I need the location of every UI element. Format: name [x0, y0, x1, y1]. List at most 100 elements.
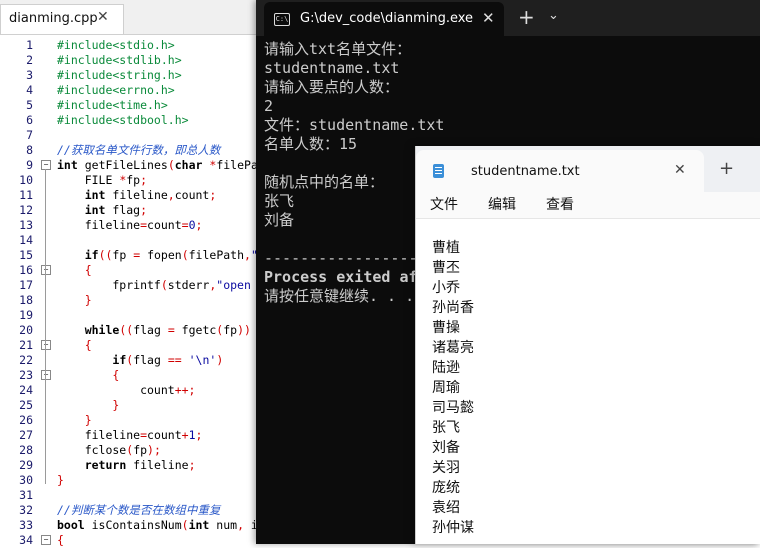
code-line[interactable]: 6 #include<stdbool.h> — [0, 113, 260, 128]
code-line[interactable]: 33 bool isContainsNum(int num, i — [0, 518, 260, 533]
code-text: bool isContainsNum(int num, i — [57, 518, 258, 532]
code-line[interactable]: 22 if(flag == '\n') — [0, 353, 260, 368]
code-line[interactable]: 32 //判断某个数是否在数组中重复 — [0, 503, 260, 518]
code-text: fclose(fp); — [57, 443, 161, 457]
notepad-text-line: 孙尚香 — [432, 300, 474, 316]
code-line[interactable]: 7 — [0, 128, 260, 143]
fold-toggle-icon[interactable]: − — [41, 265, 51, 275]
code-line[interactable]: 11 int fileline,count; — [0, 188, 260, 203]
code-line[interactable]: 17 fprintf(stderr,"open — [0, 278, 260, 293]
notepad-text-line: 诸葛亮 — [432, 340, 474, 356]
new-tab-plus-icon[interactable]: + — [518, 5, 535, 29]
code-text: FILE *fp; — [57, 173, 148, 187]
line-number: 11 — [19, 188, 33, 202]
code-text: fprintf(stderr,"open — [57, 278, 251, 292]
notepad-tab-title: studentname.txt — [471, 164, 580, 179]
line-number: 17 — [19, 278, 33, 292]
notepad-text-line: 曹植 — [432, 240, 460, 256]
line-number: 24 — [19, 383, 33, 397]
code-text: #include<time.h> — [57, 98, 168, 112]
notepad-text-line: 小乔 — [432, 280, 460, 296]
code-text: { — [84, 338, 92, 352]
terminal-line: 刘备 — [264, 211, 295, 229]
menu-edit[interactable]: 编辑 — [488, 194, 516, 214]
terminal-line: 请输入要点的人数： — [264, 78, 400, 96]
menu-view[interactable]: 查看 — [546, 194, 574, 214]
line-number: 22 — [19, 353, 33, 367]
code-text: #include<stdbool.h> — [57, 113, 189, 127]
close-icon[interactable]: ✕ — [482, 9, 495, 27]
code-line[interactable]: 15 if((fp = fopen(filePath," — [0, 248, 260, 263]
code-text: if((fp = fopen(filePath," — [84, 248, 258, 262]
terminal-tab[interactable]: C:\ G:\dev_code\dianming.exe ✕ — [264, 2, 504, 36]
notepad-tab[interactable]: studentname.txt ✕ — [416, 150, 704, 192]
fold-toggle-icon[interactable]: − — [41, 160, 51, 170]
notepad-text-line: 陆逊 — [432, 360, 460, 376]
fold-toggle-icon[interactable]: − — [41, 340, 51, 350]
code-line[interactable]: 29 return fileline; — [0, 458, 260, 473]
line-number: 12 — [19, 203, 33, 217]
code-text: //获取名单文件行数，即总人数 — [57, 143, 221, 157]
code-text: int fileline,count; — [84, 188, 217, 202]
notepad-text-line: 袁绍 — [432, 500, 460, 516]
close-icon[interactable]: ✕ — [97, 9, 109, 25]
code-line[interactable]: 20 while((flag = fgetc(fp)) — [0, 323, 260, 338]
line-number: 19 — [19, 308, 33, 322]
code-text: { — [112, 368, 120, 382]
line-number: 31 — [19, 488, 33, 502]
code-line[interactable]: 13 fileline=count=0; — [0, 218, 260, 233]
line-number: 2 — [26, 53, 33, 67]
code-line[interactable]: 24 count++; — [0, 383, 260, 398]
code-line[interactable]: 9− int getFileLines(char *filePa — [0, 158, 260, 173]
menu-file[interactable]: 文件 — [430, 194, 458, 214]
notepad-text-line: 张飞 — [432, 420, 460, 436]
code-line[interactable]: 5 #include<time.h> — [0, 98, 260, 113]
code-line[interactable]: 19 — [0, 308, 260, 323]
code-line[interactable]: 14 — [0, 233, 260, 248]
chevron-down-icon[interactable]: ⌄ — [548, 8, 559, 23]
line-number: 6 — [26, 113, 33, 127]
code-line[interactable]: 31 — [0, 488, 260, 503]
code-text: fileline=count+1; — [57, 428, 203, 442]
code-line[interactable]: 18 } — [0, 293, 260, 308]
line-number: 33 — [19, 518, 33, 532]
code-text: int getFileLines(char *filePa — [57, 158, 258, 172]
code-line[interactable]: 30} — [0, 473, 260, 488]
code-line[interactable]: 21− { — [0, 338, 260, 353]
code-text: #include<stdio.h> — [57, 38, 175, 52]
code-line[interactable]: 1 #include<stdio.h> — [0, 38, 260, 53]
code-line[interactable]: 8 //获取名单文件行数，即总人数 — [0, 143, 260, 158]
code-line[interactable]: 25 } — [0, 398, 260, 413]
line-number: 18 — [19, 293, 33, 307]
notepad-title-bar: studentname.txt ✕ + — [416, 146, 760, 192]
code-line[interactable]: 2 #include<stdlib.h> — [0, 53, 260, 68]
editor-tab-dianming-cpp[interactable]: dianming.cpp ✕ — [0, 4, 124, 34]
code-text: #include<errno.h> — [57, 83, 175, 97]
notepad-text-line: 孙仲谋 — [432, 520, 474, 536]
terminal-line: 请输入txt名单文件： — [264, 40, 412, 58]
code-line[interactable]: 28 fclose(fp); — [0, 443, 260, 458]
code-line[interactable]: 34−{ — [0, 533, 260, 548]
code-line[interactable]: 3 #include<string.h> — [0, 68, 260, 83]
code-line[interactable]: 23− { — [0, 368, 260, 383]
terminal-line: 随机点中的名单： — [264, 173, 385, 191]
code-line[interactable]: 27 fileline=count+1; — [0, 428, 260, 443]
line-number: 29 — [19, 458, 33, 472]
line-number: 8 — [26, 143, 33, 157]
code-text: } — [57, 473, 64, 487]
code-line[interactable]: 12 int flag; — [0, 203, 260, 218]
notepad-text-line: 曹丕 — [432, 260, 460, 276]
code-line[interactable]: 4 #include<errno.h> — [0, 83, 260, 98]
new-tab-plus-icon[interactable]: + — [719, 158, 734, 179]
code-text: int flag; — [84, 203, 148, 217]
code-text: return fileline; — [84, 458, 196, 472]
code-line[interactable]: 10 FILE *fp; — [0, 173, 260, 188]
close-icon[interactable]: ✕ — [674, 162, 686, 178]
code-line[interactable]: 26 } — [0, 413, 260, 428]
fold-toggle-icon[interactable]: − — [41, 370, 51, 380]
notepad-text-line: 司马懿 — [432, 400, 474, 416]
code-text: if(flag == '\n') — [112, 353, 224, 367]
line-number: 7 — [26, 128, 33, 142]
code-line[interactable]: 16− { — [0, 263, 260, 278]
line-number: 30 — [19, 473, 33, 487]
